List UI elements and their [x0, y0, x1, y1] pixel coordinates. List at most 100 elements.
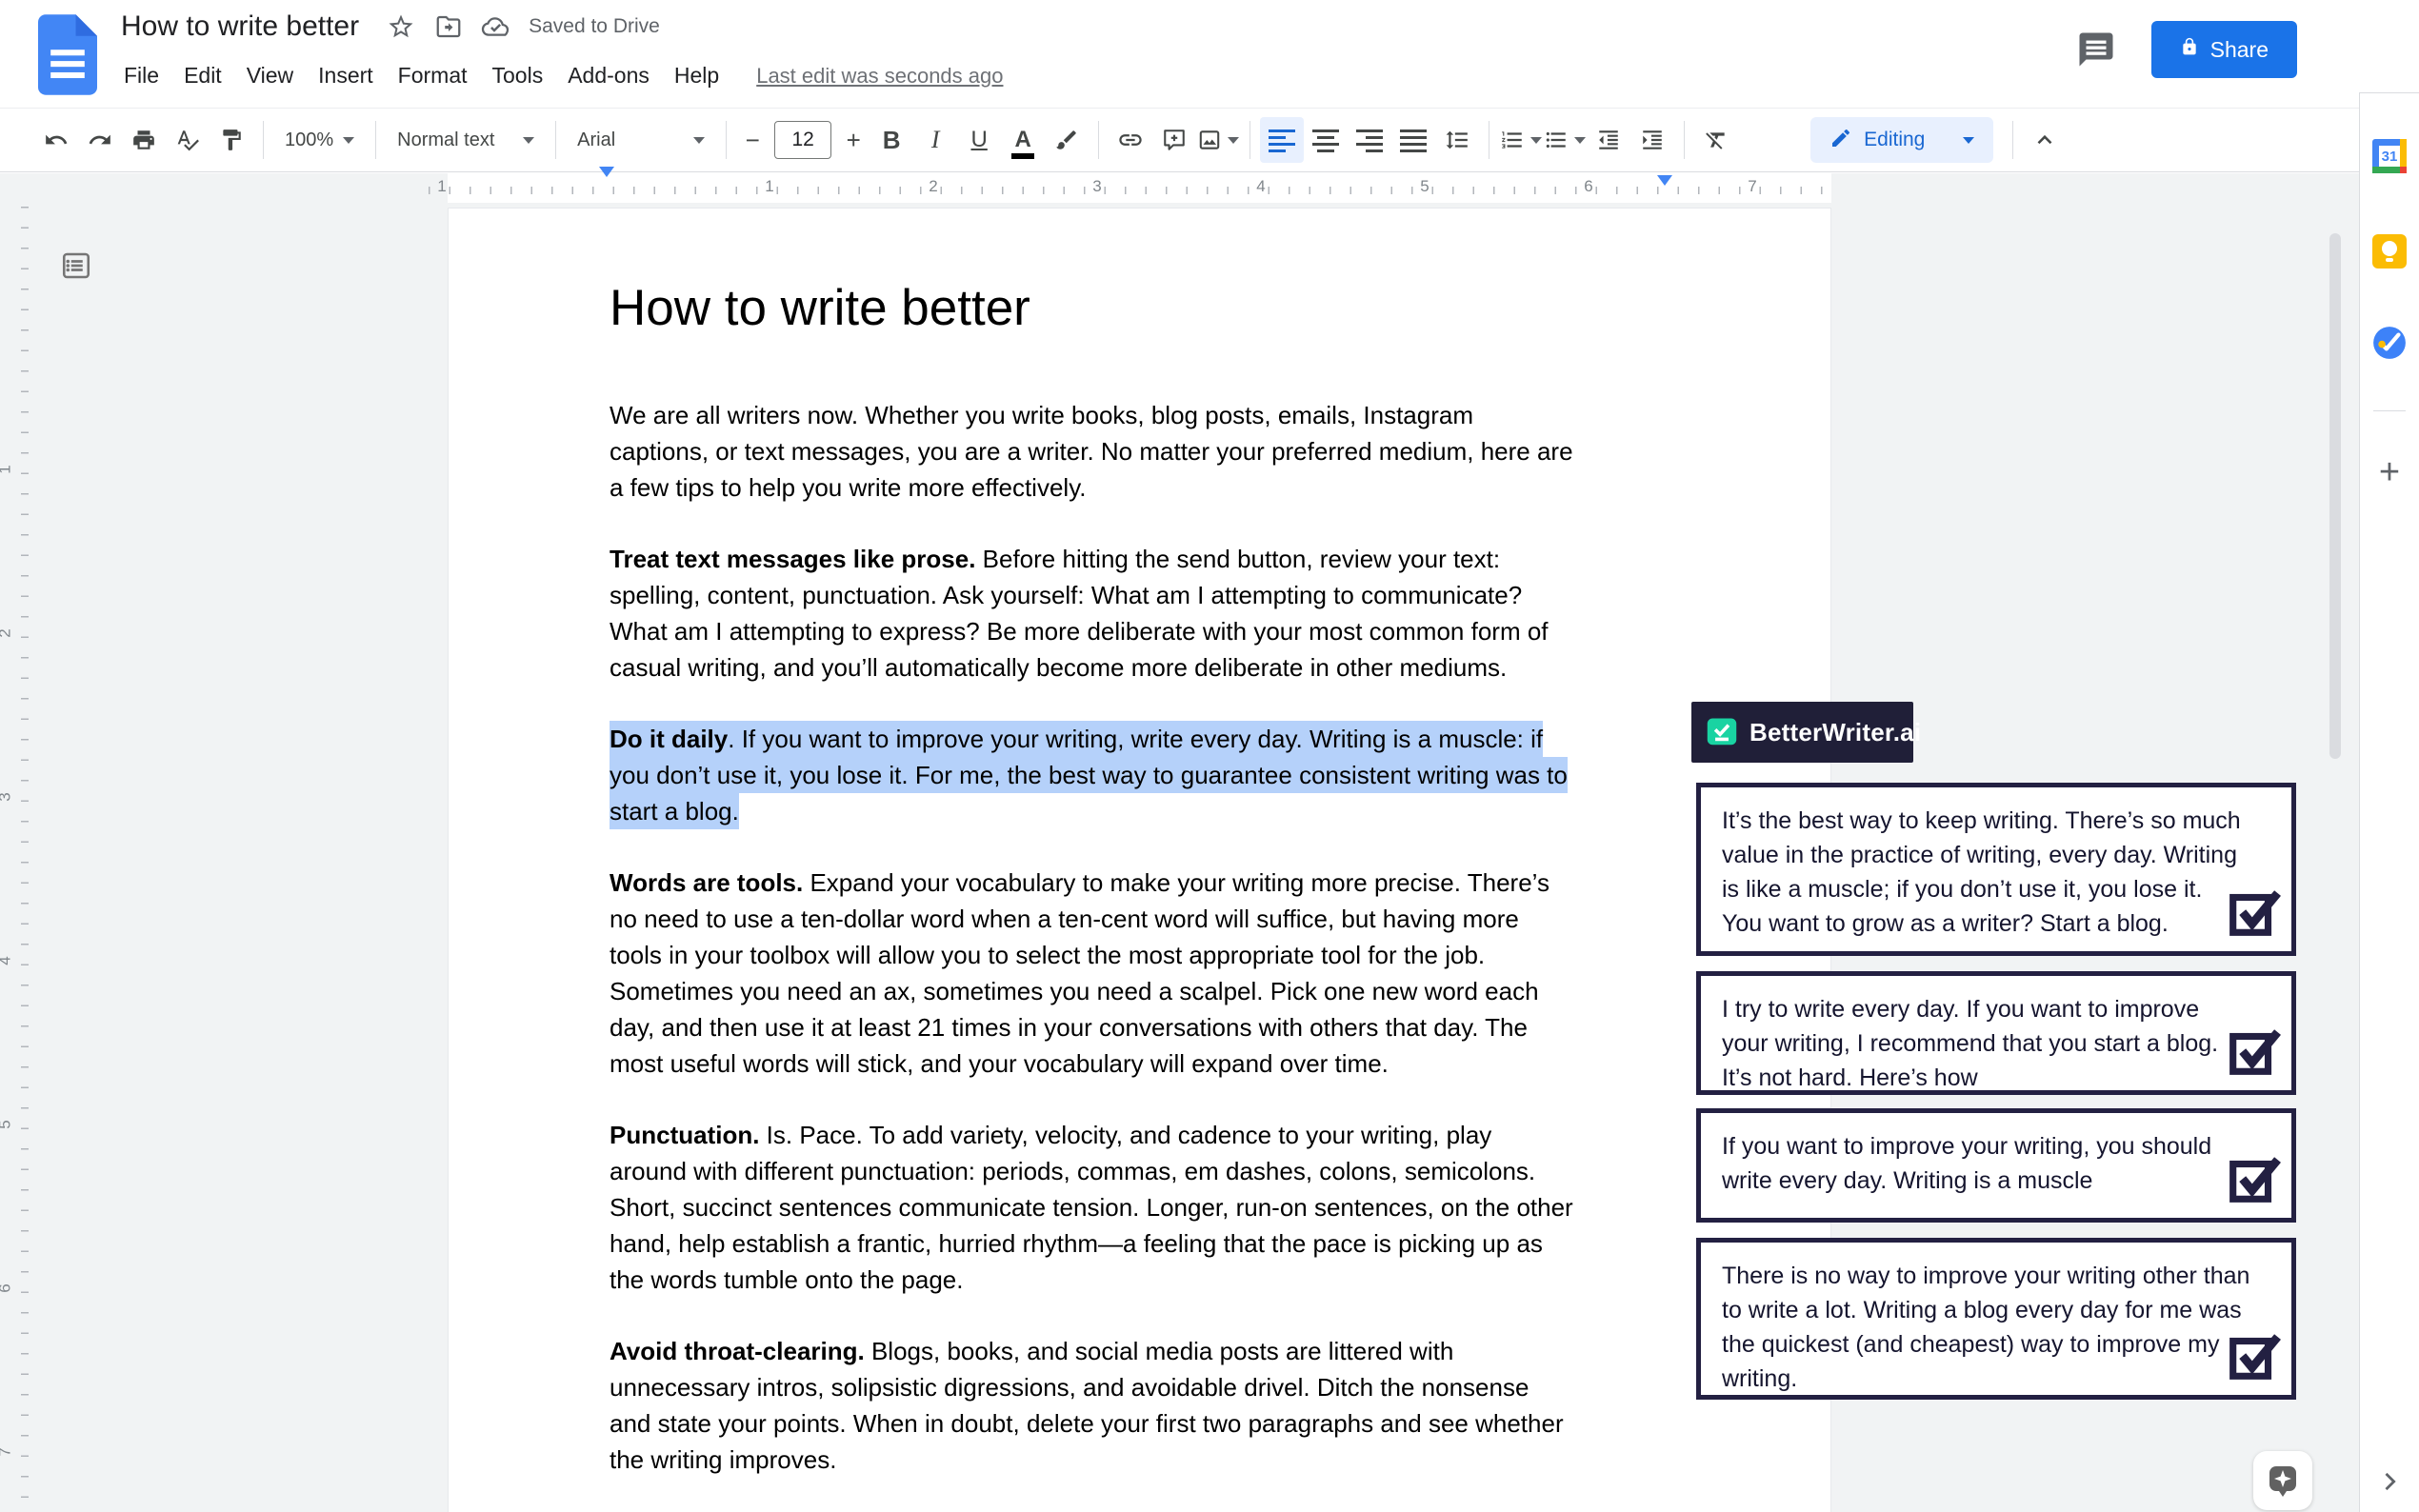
google-keep-icon[interactable]	[2370, 232, 2409, 270]
document-page[interactable]: How to write better We are all writers n…	[448, 208, 1831, 1512]
doc-title[interactable]: How to write better	[610, 279, 1670, 338]
app-header: How to write better Saved to Drive File …	[0, 0, 2419, 108]
document-scrollbar[interactable]	[2329, 233, 2341, 759]
explore-button[interactable]	[2253, 1451, 2312, 1510]
add-comment-icon[interactable]	[1152, 117, 1196, 163]
numbered-list-icon[interactable]	[1499, 117, 1543, 163]
paragraph-style-select[interactable]: Normal text	[386, 117, 546, 163]
align-center-button[interactable]	[1304, 117, 1348, 163]
collapse-toolbar-icon[interactable]	[2023, 117, 2067, 163]
add-addon-icon[interactable]: +	[2370, 452, 2409, 492]
text-color-button[interactable]: A	[1001, 117, 1045, 163]
menu-view[interactable]: View	[234, 57, 306, 94]
cloud-saved-icon[interactable]	[479, 10, 513, 44]
align-left-button[interactable]	[1260, 117, 1305, 163]
doc-paragraph[interactable]: Treat text messages like prose. Before h…	[610, 541, 1670, 686]
bold-button[interactable]: B	[870, 117, 913, 163]
chevron-down-icon	[693, 136, 706, 144]
google-docs-logo-icon[interactable]	[38, 14, 97, 100]
accept-suggestion-checkbox-icon[interactable]	[2227, 1327, 2282, 1387]
highlight-color-icon[interactable]	[1045, 117, 1089, 163]
saved-status: Saved to Drive	[529, 15, 660, 37]
doc-paragraph[interactable]: Avoid throat-clearing. Blogs, books, and…	[610, 1333, 1670, 1478]
menu-help[interactable]: Help	[662, 57, 731, 94]
chevron-down-icon	[1574, 136, 1587, 144]
justify-button[interactable]	[1391, 117, 1435, 163]
chevron-down-icon	[523, 136, 535, 144]
editing-mode-select[interactable]: Editing	[1810, 117, 1994, 163]
font-family-select[interactable]: Arial	[566, 117, 716, 163]
menu-file[interactable]: File	[121, 57, 171, 94]
accept-suggestion-checkbox-icon[interactable]	[2227, 1150, 2282, 1210]
decrease-font-size-button[interactable]: −	[736, 117, 769, 163]
toolbar: 100% Normal text Arial − 12 + B I U A Ed…	[0, 108, 2359, 172]
underline-button[interactable]: U	[957, 117, 1001, 163]
line-spacing-icon[interactable]	[1435, 117, 1479, 163]
toolbar-divider	[726, 121, 728, 159]
redo-icon[interactable]	[78, 117, 122, 163]
last-edit-link[interactable]: Last edit was seconds ago	[756, 64, 1003, 89]
toolbar-divider	[1249, 121, 1251, 159]
undo-icon[interactable]	[34, 117, 78, 163]
doc-paragraph[interactable]: We are all writers now. Whether you writ…	[610, 397, 1670, 506]
spell-check-icon[interactable]	[166, 117, 210, 163]
star-icon[interactable]	[384, 10, 418, 44]
pencil-icon	[1829, 127, 1852, 154]
suggestion-card[interactable]: There is no way to improve your writing …	[1696, 1238, 2296, 1400]
betterwriter-brand: BetterWriter.ai	[1749, 717, 1922, 746]
menu-edit[interactable]: Edit	[171, 57, 234, 94]
comments-icon[interactable]	[2069, 23, 2123, 76]
chevron-down-icon	[1530, 136, 1543, 144]
share-button[interactable]: Share	[2150, 21, 2297, 78]
chevron-down-icon	[343, 136, 355, 144]
italic-button[interactable]: I	[913, 117, 957, 163]
horizontal-ruler[interactable]: 1 1 2 3 4 5 6 7	[0, 167, 2359, 203]
print-icon[interactable]	[122, 117, 166, 163]
google-calendar-icon[interactable]: 31	[2370, 137, 2409, 175]
side-panel-rail: 31 +	[2359, 92, 2419, 1512]
ruler-ticks	[429, 187, 1834, 194]
document-outline-icon[interactable]	[55, 245, 97, 287]
accept-suggestion-checkbox-icon[interactable]	[2227, 1023, 2282, 1083]
google-tasks-icon[interactable]	[2370, 324, 2409, 362]
suggestion-card[interactable]: It’s the best way to keep writing. There…	[1696, 783, 2296, 956]
menu-addons[interactable]: Add-ons	[555, 57, 662, 94]
suggestion-card[interactable]: If you want to improve your writing, you…	[1696, 1108, 2296, 1223]
toolbar-divider	[2012, 121, 2014, 159]
betterwriter-tag[interactable]: BetterWriter.ai	[1691, 702, 1921, 763]
document-canvas: 1 2 3 4 5 6 7 How to write better We are…	[0, 203, 2359, 1512]
left-indent-marker[interactable]	[599, 167, 614, 194]
document-title[interactable]: How to write better	[121, 10, 359, 43]
increase-font-size-button[interactable]: +	[837, 117, 870, 163]
insert-link-icon[interactable]	[1109, 117, 1152, 163]
menu-tools[interactable]: Tools	[480, 57, 556, 94]
move-to-folder-icon[interactable]	[431, 10, 466, 44]
menu-bar: File Edit View Insert Format Tools Add-o…	[121, 57, 1003, 94]
vertical-ruler[interactable]: 1 2 3 4 5 6 7	[0, 203, 34, 1512]
toolbar-divider	[375, 121, 377, 159]
align-right-button[interactable]	[1348, 117, 1391, 163]
insert-image-icon[interactable]	[1196, 117, 1240, 163]
doc-paragraph-highlighted[interactable]: Do it daily. If you want to improve your…	[610, 721, 1670, 829]
doc-paragraph[interactable]: Words are tools. Expand your vocabulary …	[610, 865, 1670, 1082]
font-size-input[interactable]: 12	[774, 121, 832, 159]
show-side-panel-icon[interactable]	[2370, 1462, 2409, 1501]
suggestion-card[interactable]: I try to write every day. If you want to…	[1696, 971, 2296, 1095]
chevron-down-icon	[1963, 136, 1975, 144]
doc-paragraph[interactable]: Punctuation. Is. Pace. To add variety, v…	[610, 1117, 1670, 1298]
bulleted-list-icon[interactable]	[1543, 117, 1587, 163]
lock-icon	[2180, 36, 2199, 63]
right-indent-marker[interactable]	[1657, 175, 1672, 203]
menu-insert[interactable]: Insert	[306, 57, 386, 94]
increase-indent-icon[interactable]	[1630, 117, 1674, 163]
text-selection-highlight: Do it daily. If you want to improve your…	[610, 721, 1568, 829]
decrease-indent-icon[interactable]	[1587, 117, 1630, 163]
paint-format-icon[interactable]	[210, 117, 253, 163]
google-docs-app: How to write better Saved to Drive File …	[0, 0, 2419, 1512]
menu-format[interactable]: Format	[386, 57, 480, 94]
zoom-select[interactable]: 100%	[273, 117, 366, 163]
clear-formatting-icon[interactable]	[1694, 117, 1738, 163]
toolbar-divider	[1684, 121, 1686, 159]
betterwriter-check-icon	[1705, 713, 1739, 752]
accept-suggestion-checkbox-icon[interactable]	[2227, 884, 2282, 944]
